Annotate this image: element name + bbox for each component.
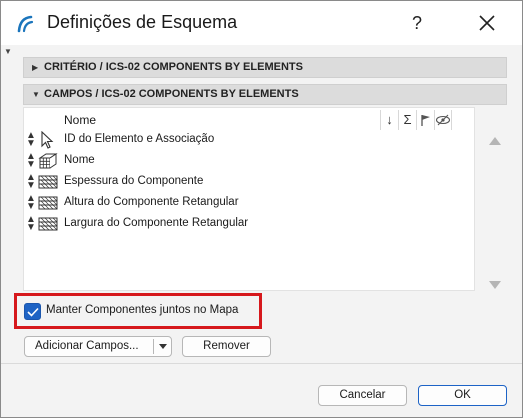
keep-components-checkbox[interactable]	[24, 303, 41, 320]
ok-button[interactable]: OK	[418, 385, 507, 406]
drag-handle-icon[interactable]: ▲ ▼	[26, 215, 36, 233]
drag-handle-icon[interactable]: ▲ ▼	[26, 152, 36, 170]
move-up-button[interactable]	[489, 137, 501, 145]
footer-divider	[1, 363, 522, 364]
keep-components-label[interactable]: Manter Componentes juntos no Mapa	[46, 304, 238, 316]
hatch-layers-icon	[38, 175, 58, 189]
collapse-marker-icon: ▼	[4, 47, 12, 56]
row-label: Espessura do Componente	[64, 175, 204, 187]
criteria-section-label: CRITÉRIO / ICS-02 COMPONENTS BY ELEMENTS	[44, 61, 303, 73]
sort-arrow-icon: ↓	[386, 112, 393, 127]
title-bar[interactable]: Definições de Esquema ?	[1, 1, 522, 45]
drag-handle-icon[interactable]: ▲ ▼	[26, 194, 36, 212]
eye-hidden-icon	[435, 114, 451, 126]
list-item[interactable]: ▲ ▼ Largura do Componente Retangular	[24, 214, 476, 235]
fields-panel: Nome ↓ Σ ▲ ▼ ID do Elemento e Associação…	[23, 107, 507, 291]
row-label: Altura do Componente Retangular	[64, 196, 239, 208]
cube-grid-icon	[38, 153, 58, 169]
add-fields-split-button[interactable]: Adicionar Campos...	[24, 336, 172, 357]
list-item[interactable]: ▲ ▼ ID do Elemento e Associação	[24, 130, 476, 151]
fields-list[interactable]: Nome ↓ Σ ▲ ▼ ID do Elemento e Associação…	[23, 107, 475, 291]
dialog-title: Definições de Esquema	[47, 12, 238, 32]
column-name-header[interactable]: Nome	[64, 113, 96, 127]
flag-column-header[interactable]	[416, 110, 434, 130]
list-item[interactable]: ▲ ▼ Espessura do Componente	[24, 172, 476, 193]
fields-section-header[interactable]: ▼ CAMPOS / ICS-02 COMPONENTS BY ELEMENTS	[23, 84, 507, 105]
archicad-app-icon	[15, 13, 37, 35]
drag-handle-icon[interactable]: ▲ ▼	[26, 131, 36, 149]
remove-button[interactable]: Remover	[182, 336, 271, 357]
arrow-pointer-icon	[41, 131, 54, 149]
collapse-triangle-icon: ▼	[32, 90, 40, 99]
list-item[interactable]: ▲ ▼ Nome	[24, 151, 476, 172]
expand-triangle-icon: ▶	[32, 63, 39, 72]
row-label: Largura do Componente Retangular	[64, 217, 249, 229]
hatch-layers-icon	[38, 217, 58, 231]
sum-column-header[interactable]: Σ	[398, 110, 416, 130]
close-icon	[479, 15, 495, 31]
schedule-settings-dialog: Definições de Esquema ? ▼ ▶ CRITÉRIO / I…	[0, 0, 523, 418]
row-label: Nome	[64, 154, 95, 166]
sum-icon: Σ	[403, 112, 412, 127]
chevron-down-icon[interactable]	[159, 344, 167, 349]
list-header: Nome ↓ Σ	[24, 110, 476, 130]
visibility-column-header[interactable]	[434, 110, 452, 130]
checkmark-icon	[27, 307, 39, 317]
sort-column-header[interactable]: ↓	[380, 110, 398, 130]
cancel-button[interactable]: Cancelar	[318, 385, 407, 406]
add-fields-button[interactable]: Adicionar Campos...	[35, 337, 139, 356]
drag-handle-icon[interactable]: ▲ ▼	[26, 173, 36, 191]
flag-icon	[420, 115, 430, 126]
close-button[interactable]	[469, 7, 505, 39]
criteria-section-header[interactable]: ▶ CRITÉRIO / ICS-02 COMPONENTS BY ELEMEN…	[23, 57, 507, 78]
row-label: ID do Elemento e Associação	[64, 133, 215, 145]
hatch-layers-icon	[38, 196, 58, 210]
list-item[interactable]: ▲ ▼ Altura do Componente Retangular	[24, 193, 476, 214]
fields-section-label: CAMPOS / ICS-02 COMPONENTS BY ELEMENTS	[44, 88, 299, 100]
move-down-button[interactable]	[489, 281, 501, 289]
help-button[interactable]: ?	[399, 7, 435, 39]
split-divider	[153, 339, 154, 354]
